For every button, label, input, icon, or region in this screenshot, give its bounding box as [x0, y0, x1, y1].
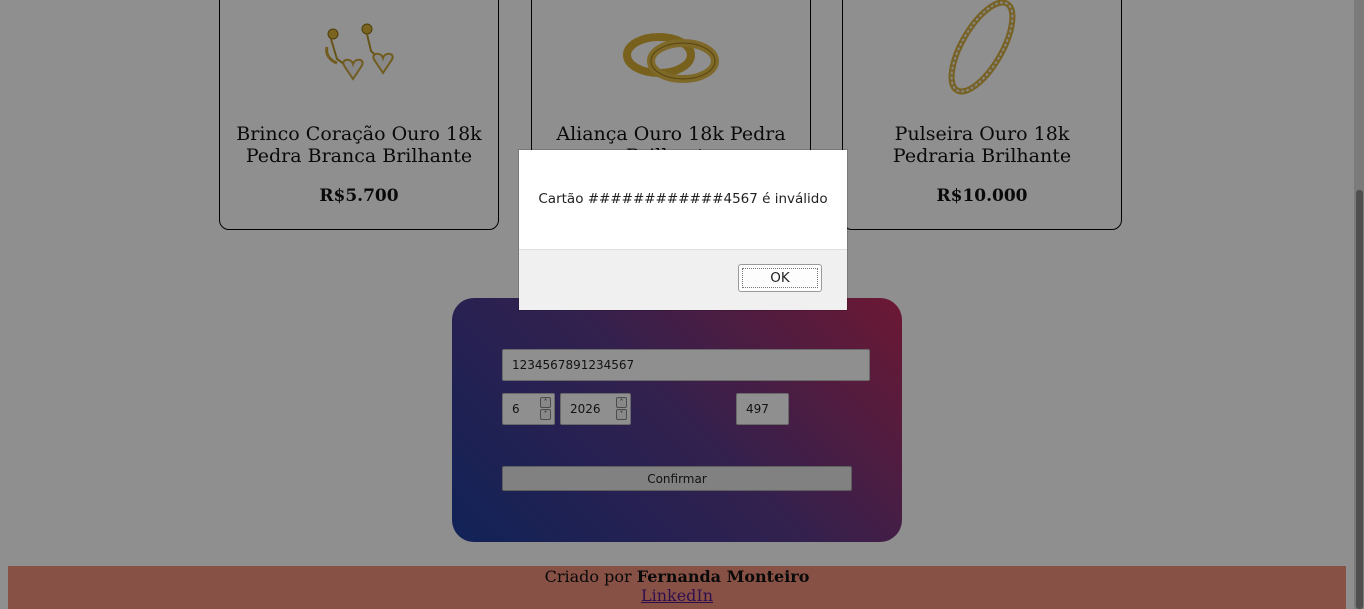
alert-dialog: Cartão ############4567 é inválido OK	[519, 150, 847, 310]
ok-button[interactable]: OK	[738, 264, 822, 292]
alert-button-bar: OK	[519, 249, 847, 310]
alert-message: Cartão ############4567 é inválido	[538, 191, 828, 207]
